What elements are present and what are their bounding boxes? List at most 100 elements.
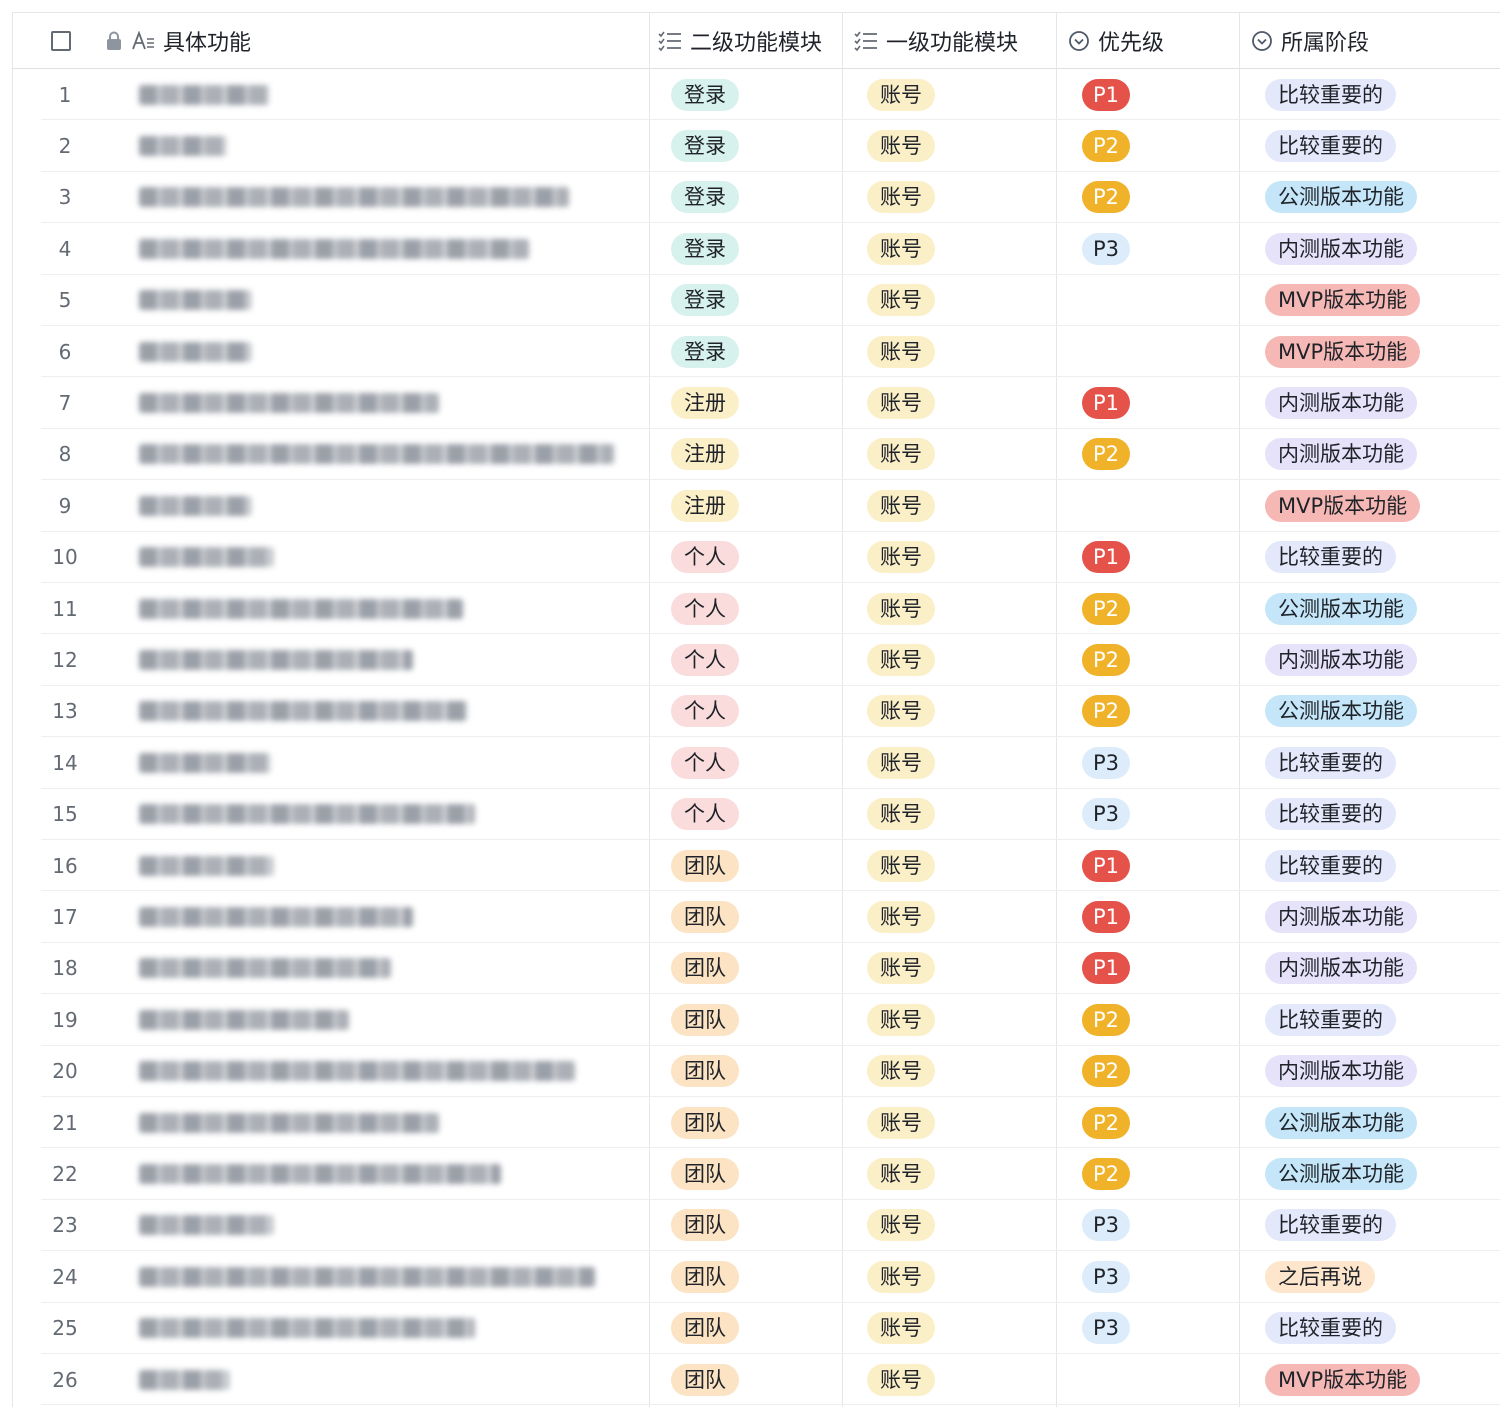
module1-cell[interactable]: 账号 — [854, 532, 935, 583]
module2-cell[interactable]: 注册 — [658, 377, 739, 428]
priority-cell[interactable]: P3 — [1068, 1200, 1131, 1251]
module1-cell[interactable]: 账号 — [854, 891, 935, 942]
feature-cell[interactable] — [139, 480, 639, 531]
module1-cell[interactable]: 账号 — [854, 429, 935, 480]
stage-cell[interactable]: 之后再说 — [1251, 1251, 1375, 1302]
module2-cell[interactable]: 个人 — [658, 789, 739, 840]
feature-cell[interactable] — [139, 686, 639, 737]
stage-cell[interactable]: 公测版本功能 — [1251, 1148, 1417, 1199]
module1-cell[interactable]: 账号 — [854, 1251, 935, 1302]
table-row[interactable]: 24 团队 账号 P3 之后再说 — [13, 1251, 1500, 1303]
stage-cell[interactable]: MVP版本功能 — [1251, 480, 1421, 531]
feature-cell[interactable] — [139, 994, 639, 1045]
feature-cell[interactable] — [139, 1097, 639, 1148]
feature-cell[interactable] — [139, 275, 639, 326]
table-row[interactable]: 12 个人 账号 P2 内测版本功能 — [13, 634, 1500, 686]
module1-cell[interactable]: 账号 — [854, 686, 935, 737]
module2-cell[interactable]: 个人 — [658, 686, 739, 737]
feature-cell[interactable] — [139, 737, 639, 788]
stage-cell[interactable]: 内测版本功能 — [1251, 891, 1417, 942]
module1-cell[interactable]: 账号 — [854, 994, 935, 1045]
feature-cell[interactable] — [139, 223, 639, 274]
module1-cell[interactable]: 账号 — [854, 789, 935, 840]
stage-cell[interactable]: 公测版本功能 — [1251, 172, 1417, 223]
feature-cell[interactable] — [139, 634, 639, 685]
module2-cell[interactable]: 个人 — [658, 583, 739, 634]
module2-cell[interactable]: 团队 — [658, 1046, 739, 1097]
table-row[interactable]: 14 个人 账号 P3 比较重要的 — [13, 737, 1500, 789]
priority-cell[interactable]: P2 — [1068, 120, 1131, 171]
feature-cell[interactable] — [139, 789, 639, 840]
stage-cell[interactable]: 比较重要的 — [1251, 120, 1396, 171]
feature-cell[interactable] — [139, 326, 639, 377]
module1-cell[interactable]: 账号 — [854, 840, 935, 891]
stage-cell[interactable]: 内测版本功能 — [1251, 634, 1417, 685]
table-row[interactable]: 5 登录 账号 MVP版本功能 — [13, 275, 1500, 326]
feature-cell[interactable] — [139, 583, 639, 634]
module2-cell[interactable]: 团队 — [658, 1148, 739, 1199]
feature-cell[interactable] — [139, 840, 639, 891]
stage-cell[interactable]: 比较重要的 — [1251, 840, 1396, 891]
priority-cell[interactable]: P2 — [1068, 994, 1131, 1045]
feature-cell[interactable] — [139, 943, 639, 994]
priority-cell[interactable]: P3 — [1068, 789, 1131, 840]
module1-cell[interactable]: 账号 — [854, 1303, 935, 1354]
table-row[interactable]: 2 登录 账号 P2 比较重要的 — [13, 120, 1500, 172]
table-row[interactable]: 11 个人 账号 P2 公测版本功能 — [13, 583, 1500, 635]
priority-cell[interactable]: P2 — [1068, 634, 1131, 685]
table-row[interactable]: 22 团队 账号 P2 公测版本功能 — [13, 1148, 1500, 1200]
module2-cell[interactable]: 个人 — [658, 737, 739, 788]
table-row[interactable]: 19 团队 账号 P2 比较重要的 — [13, 994, 1500, 1046]
module2-cell[interactable]: 团队 — [658, 891, 739, 942]
table-row[interactable]: 15 个人 账号 P3 比较重要的 — [13, 789, 1500, 840]
priority-cell[interactable]: P2 — [1068, 429, 1131, 480]
module1-cell[interactable]: 账号 — [854, 172, 935, 223]
stage-cell[interactable]: 公测版本功能 — [1251, 686, 1417, 737]
priority-cell[interactable]: P2 — [1068, 583, 1131, 634]
module2-cell[interactable]: 团队 — [658, 1200, 739, 1251]
stage-cell[interactable]: 内测版本功能 — [1251, 1046, 1417, 1097]
table-row[interactable]: 10 个人 账号 P1 比较重要的 — [13, 532, 1500, 583]
table-row[interactable]: 7 注册 账号 P1 内测版本功能 — [13, 377, 1500, 429]
module2-cell[interactable]: 个人 — [658, 634, 739, 685]
feature-cell[interactable] — [139, 1303, 639, 1354]
module1-cell[interactable]: 账号 — [854, 1097, 935, 1148]
module1-cell[interactable]: 账号 — [854, 120, 935, 171]
module2-cell[interactable]: 注册 — [658, 480, 739, 531]
priority-cell[interactable]: P3 — [1068, 1251, 1131, 1302]
module2-cell[interactable]: 登录 — [658, 172, 739, 223]
column-header-feature[interactable]: 具体功能 — [105, 13, 645, 68]
feature-cell[interactable] — [139, 532, 639, 583]
priority-cell[interactable]: P1 — [1068, 377, 1131, 428]
module2-cell[interactable]: 登录 — [658, 275, 739, 326]
module2-cell[interactable]: 团队 — [658, 1354, 739, 1405]
module1-cell[interactable]: 账号 — [854, 943, 935, 994]
table-row[interactable]: 13 个人 账号 P2 公测版本功能 — [13, 686, 1500, 738]
feature-cell[interactable] — [139, 1046, 639, 1097]
feature-cell[interactable] — [139, 1251, 639, 1302]
table-row[interactable]: 3 登录 账号 P2 公测版本功能 — [13, 172, 1500, 224]
priority-cell[interactable]: P2 — [1068, 1097, 1131, 1148]
module2-cell[interactable]: 个人 — [658, 532, 739, 583]
table-row[interactable]: 8 注册 账号 P2 内测版本功能 — [13, 429, 1500, 481]
module1-cell[interactable]: 账号 — [854, 275, 935, 326]
column-header-priority[interactable]: 优先级 — [1068, 13, 1164, 68]
stage-cell[interactable]: 内测版本功能 — [1251, 429, 1417, 480]
priority-cell[interactable]: P3 — [1068, 737, 1131, 788]
table-row[interactable]: 18 团队 账号 P1 内测版本功能 — [13, 943, 1500, 995]
stage-cell[interactable]: 比较重要的 — [1251, 1200, 1396, 1251]
module1-cell[interactable]: 账号 — [854, 1046, 935, 1097]
module2-cell[interactable]: 团队 — [658, 1251, 739, 1302]
module2-cell[interactable]: 团队 — [658, 1097, 739, 1148]
feature-cell[interactable] — [139, 891, 639, 942]
priority-cell[interactable]: P3 — [1068, 1303, 1131, 1354]
column-header-stage[interactable]: 所属阶段 — [1251, 13, 1369, 68]
stage-cell[interactable]: 内测版本功能 — [1251, 377, 1417, 428]
module1-cell[interactable]: 账号 — [854, 1148, 935, 1199]
module2-cell[interactable]: 登录 — [658, 223, 739, 274]
table-row[interactable]: 6 登录 账号 MVP版本功能 — [13, 326, 1500, 378]
feature-cell[interactable] — [139, 120, 639, 171]
table-row[interactable]: 21 团队 账号 P2 公测版本功能 — [13, 1097, 1500, 1149]
module1-cell[interactable]: 账号 — [854, 1354, 935, 1405]
feature-cell[interactable] — [139, 1148, 639, 1199]
